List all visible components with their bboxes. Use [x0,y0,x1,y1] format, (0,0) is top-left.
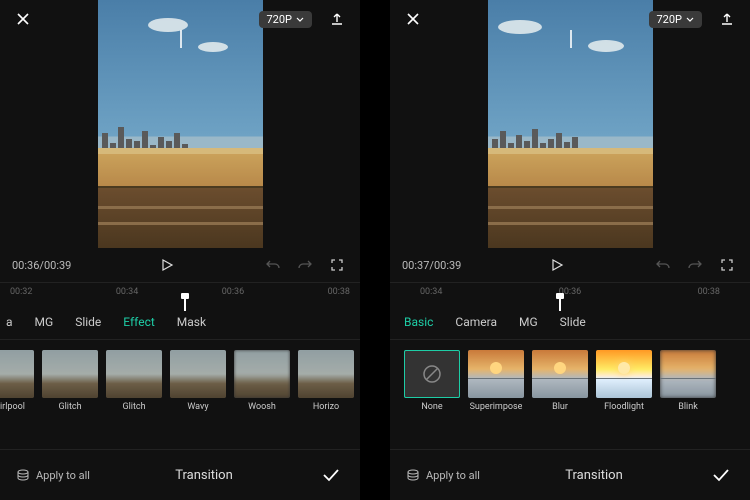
thumb-label: Horizo [313,402,339,412]
tab-effect[interactable]: Effect [123,311,155,333]
thumb-floodlight[interactable] [596,350,652,398]
close-icon[interactable] [400,6,426,32]
bottom-bar: Apply to all Transition [390,449,750,500]
apply-label: Apply to all [426,469,480,482]
none-icon [421,363,443,385]
topbar: 720P [0,0,360,38]
topbar: 720P [390,0,750,38]
undo-icon [262,254,284,276]
timeline[interactable]: 00:34 00:36 00:38 [390,282,750,305]
thumb-label: Superimpose [470,402,523,412]
editor-panel-left: 720P 00:36/00:39 [0,0,360,500]
time-display: 00:37/00:39 [402,259,461,272]
thumb-blur[interactable] [532,350,588,398]
undo-icon [652,254,674,276]
thumb-label: Floodlight [604,402,644,412]
category-tabs: Basic Camera MG Slide [390,305,750,340]
playhead[interactable] [184,297,186,311]
thumb-glitch-2[interactable] [106,350,162,398]
timeline[interactable]: 00:32 00:34 00:36 00:38 [0,282,360,305]
thumb-label: Blink [678,402,698,412]
tab-slide[interactable]: Slide [560,311,586,333]
stack-icon [16,468,30,482]
tab-camera[interactable]: Camera [455,311,497,333]
transition-thumbnails: Whirlpool Glitch Glitch Wavy Woosh Horiz… [0,340,360,420]
resolution-selector[interactable]: 720P [259,11,313,28]
thumb-label: Woosh [248,402,276,412]
time-display: 00:36/00:39 [12,259,71,272]
chevron-down-icon [296,17,304,22]
tab-basic[interactable]: Basic [404,311,433,333]
export-icon[interactable] [324,6,350,32]
stack-icon [406,468,420,482]
tab-mg[interactable]: MG [519,311,538,333]
thumb-superimpose[interactable] [468,350,524,398]
resolution-label: 720P [267,13,293,26]
tab-partial[interactable]: a [6,311,13,333]
playhead[interactable] [559,297,561,311]
fullscreen-icon[interactable] [326,254,348,276]
tab-slide[interactable]: Slide [75,311,101,333]
timeline-ticks: 00:34 00:36 00:38 [400,287,740,297]
confirm-icon[interactable] [318,462,344,488]
play-icon[interactable] [156,254,178,276]
close-icon[interactable] [10,6,36,32]
thumb-whirlpool[interactable] [0,350,34,398]
thumb-label: Whirlpool [0,402,25,412]
resolution-selector[interactable]: 720P [649,11,703,28]
tab-mask[interactable]: Mask [177,311,206,333]
apply-to-all-button[interactable]: Apply to all [406,468,480,482]
thumb-label: Blur [552,402,568,412]
tab-mg[interactable]: MG [35,311,54,333]
thumb-label: Wavy [187,402,208,412]
thumb-label: None [421,402,442,412]
chevron-down-icon [686,17,694,22]
apply-to-all-button[interactable]: Apply to all [16,468,90,482]
thumb-label: Glitch [58,402,81,412]
redo-icon [294,254,316,276]
apply-label: Apply to all [36,469,90,482]
thumb-woosh[interactable] [234,350,290,398]
thumb-none[interactable] [404,350,460,398]
confirm-icon[interactable] [708,462,734,488]
editor-panel-right: 720P 00:37/00:39 [390,0,750,500]
thumb-glitch[interactable] [42,350,98,398]
thumb-blink[interactable] [660,350,716,398]
thumb-label: Glitch [122,402,145,412]
resolution-label: 720P [657,13,683,26]
bottom-title: Transition [175,468,233,483]
category-tabs: a MG Slide Effect Mask [0,305,360,340]
playback-controls: 00:36/00:39 [0,248,360,282]
transition-thumbnails: None Superimpose Blur Floodlight Blink [390,340,750,420]
redo-icon [684,254,706,276]
playback-controls: 00:37/00:39 [390,248,750,282]
fullscreen-icon[interactable] [716,254,738,276]
bottom-bar: Apply to all Transition [0,449,360,500]
bottom-title: Transition [565,468,623,483]
play-icon[interactable] [546,254,568,276]
thumb-horizontal[interactable] [298,350,354,398]
thumb-wavy[interactable] [170,350,226,398]
export-icon[interactable] [714,6,740,32]
